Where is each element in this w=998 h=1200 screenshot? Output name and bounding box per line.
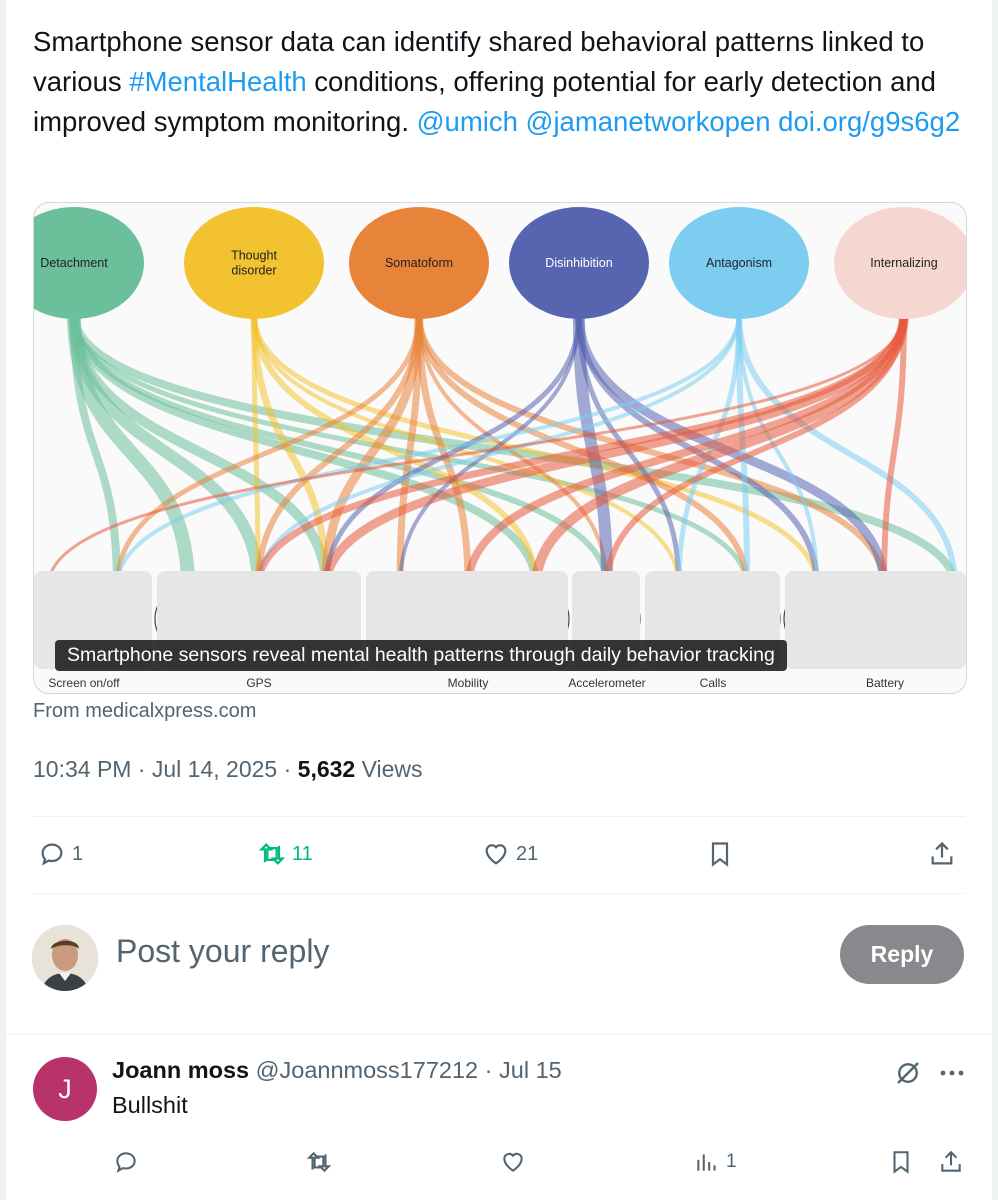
share-icon: [941, 1150, 961, 1172]
bookmark-icon: [711, 842, 729, 867]
infographic: Detachment Thoughtdisorder Somatoform Disin…: [34, 207, 966, 690]
heart-icon: [485, 844, 507, 865]
reply-input[interactable]: Post your reply: [116, 933, 329, 970]
mention-jamanetworkopen[interactable]: @jamanetworkopen: [526, 106, 771, 137]
left-frame: [0, 0, 6, 1200]
reply-repost-action[interactable]: [306, 1149, 332, 1175]
category-band: [785, 571, 966, 669]
trait-ellipses: Detachment Thoughtdisorder Somatoform Disin…: [34, 207, 966, 319]
right-frame: [992, 0, 998, 1200]
trait-label: disorder: [231, 264, 276, 278]
reply-action[interactable]: 1: [38, 840, 83, 868]
category-label: Accelerometer: [568, 676, 645, 690]
reply-views-action[interactable]: 1: [694, 1149, 737, 1175]
category-label: Battery: [866, 676, 904, 690]
trait-label: Somatoform: [385, 256, 453, 270]
reply-author-handle[interactable]: @Joannmoss177212: [256, 1057, 478, 1083]
media-source[interactable]: From medicalxpress.com: [33, 700, 256, 723]
divider: [0, 1034, 998, 1035]
like-count: 21: [516, 842, 539, 865]
bookmark-icon: [893, 1151, 909, 1174]
reply-header: Joann moss @Joannmoss177212 · Jul 15: [112, 1057, 562, 1084]
reply-author-name[interactable]: Joann moss: [112, 1057, 249, 1083]
doi-link[interactable]: doi.org/g9s6g2: [778, 106, 960, 137]
reply-share-action[interactable]: [938, 1149, 964, 1175]
reply-button[interactable]: Reply: [840, 925, 964, 984]
views-count: 5,632: [297, 756, 356, 782]
category-label: Calls: [700, 676, 727, 690]
repost-icon: [306, 1151, 332, 1173]
divider: [33, 816, 965, 817]
trait-label: Internalizing: [870, 256, 937, 270]
media-card[interactable]: Detachment Thought disorder Somatoform Disin…: [33, 202, 967, 694]
hashtag-link[interactable]: #MentalHealth: [129, 66, 306, 97]
divider: [33, 893, 965, 894]
mention-umich[interactable]: @umich: [417, 106, 518, 137]
bookmark-action[interactable]: [706, 840, 734, 868]
category-labels: Screen on/off GPS Mobility Accelerometer Cal…: [34, 571, 966, 690]
analytics-icon: [697, 1154, 716, 1171]
connection-curves: [46, 312, 959, 588]
reply-bookmark-action[interactable]: [888, 1149, 914, 1175]
reply-icon: [116, 1152, 136, 1173]
trait-label: Antagonism: [706, 256, 772, 270]
tweet-meta: 10:34 PM · Jul 14, 2025 · 5,632 Views: [33, 756, 423, 783]
reply-count: 1: [72, 842, 84, 865]
trait-label: Disinhibition: [545, 256, 612, 270]
user-avatar[interactable]: [32, 925, 98, 991]
tweet-text: Smartphone sensor data can identify shar…: [33, 26, 961, 137]
category-label: GPS: [246, 676, 271, 690]
reply-text: Bullshit: [112, 1092, 188, 1118]
repost-action[interactable]: 11: [258, 840, 313, 868]
reply-author-avatar[interactable]: J: [33, 1057, 97, 1121]
reply-like-action[interactable]: [500, 1149, 526, 1175]
share-action[interactable]: [928, 840, 956, 868]
reply-views-count: 1: [726, 1151, 737, 1172]
repost-count: 11: [292, 842, 313, 865]
image-caption: Smartphone sensors reveal mental health …: [55, 640, 787, 671]
repost-icon: [258, 843, 286, 865]
connection-curve: [737, 312, 819, 588]
category-label: Mobility: [448, 676, 489, 690]
heart-icon: [503, 1152, 523, 1172]
reply-reply-action[interactable]: [113, 1149, 139, 1175]
avatar-photo: [32, 925, 98, 991]
like-action[interactable]: 21: [482, 840, 538, 868]
trait-label: Thought: [231, 249, 277, 263]
connection-curve: [323, 312, 582, 588]
views-label: Views: [355, 756, 423, 782]
reply-date[interactable]: · Jul 15: [478, 1057, 562, 1083]
trait-label: Detachment: [40, 256, 108, 270]
share-icon: [931, 841, 953, 865]
timestamp[interactable]: 10:34 PM · Jul 14, 2025 ·: [33, 756, 298, 782]
more-icon[interactable]: [937, 1060, 967, 1086]
category-label: Screen on/off: [48, 676, 120, 690]
grok-icon[interactable]: [893, 1058, 923, 1088]
reply-icon: [41, 843, 63, 866]
